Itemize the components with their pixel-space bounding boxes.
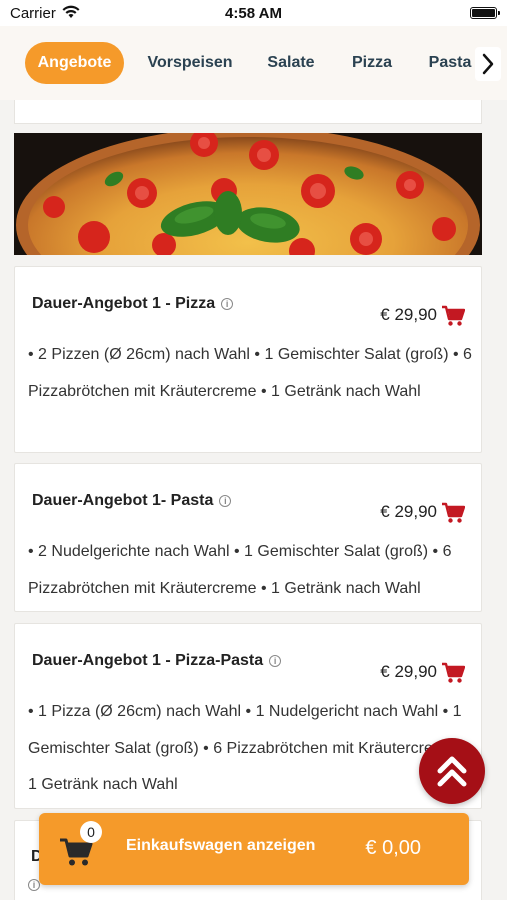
offer-card[interactable]: Dauer-Angebot 1 - Pizza-Pasta i € 29,90 •… bbox=[14, 623, 482, 809]
add-to-cart-icon[interactable] bbox=[441, 502, 465, 524]
info-icon[interactable]: i bbox=[28, 879, 40, 891]
show-cart-button[interactable]: 0 Einkaufswagen anzeigen € 0,00 bbox=[39, 813, 469, 885]
info-icon[interactable]: i bbox=[269, 655, 282, 667]
tab-scroll-right-button[interactable] bbox=[475, 47, 501, 81]
tab-angebote[interactable]: Angebote bbox=[25, 42, 124, 84]
offer-price: € 29,90 bbox=[380, 502, 437, 521]
offer-title: Dauer-Angebot 1- Pasta i bbox=[32, 492, 232, 510]
offer-price: € 29,90 bbox=[380, 662, 437, 681]
info-icon[interactable]: i bbox=[221, 298, 234, 310]
offer-description: • 1 Pizza (Ø 26cm) nach Wahl • 1 Nudelge… bbox=[28, 703, 466, 793]
offer-description: • 2 Pizzen (Ø 26cm) nach Wahl • 1 Gemisc… bbox=[28, 346, 472, 400]
offer-card[interactable]: Dauer-Angebot 1 - Pizza i € 29,90 • 2 Piz… bbox=[14, 266, 482, 453]
double-chevron-up-icon bbox=[437, 756, 467, 787]
tab-vorspeisen[interactable]: Vorspeisen bbox=[142, 42, 238, 84]
offer-title: Dauer-Angebot 1 - Pizza i bbox=[32, 295, 234, 313]
add-to-cart-icon[interactable] bbox=[441, 305, 465, 327]
offer-description: • 2 Nudelgerichte nach Wahl • 1 Gemischt… bbox=[28, 543, 452, 597]
cart-count-badge: 0 bbox=[80, 821, 102, 843]
offer-card[interactable]: Dauer-Angebot 1- Pasta i € 29,90 • 2 Nude… bbox=[14, 463, 482, 612]
cart-button-label: Einkaufswagen anzeigen bbox=[126, 837, 316, 854]
tab-pasta[interactable]: Pasta bbox=[420, 42, 480, 84]
previous-card-edge bbox=[14, 100, 482, 124]
status-bar: Carrier 4:58 AM bbox=[0, 0, 507, 26]
offer-price: € 29,90 bbox=[380, 305, 437, 324]
chevron-right-icon bbox=[482, 53, 494, 75]
status-time: 4:58 AM bbox=[225, 5, 282, 22]
add-to-cart-icon[interactable] bbox=[441, 662, 465, 684]
info-icon[interactable]: i bbox=[219, 495, 232, 507]
pizza-banner-image bbox=[14, 133, 482, 255]
offer-title: Dauer-Angebot 1 - Pizza-Pasta i bbox=[32, 652, 282, 670]
scroll-to-top-button[interactable] bbox=[419, 738, 485, 804]
tab-pizza[interactable]: Pizza bbox=[345, 42, 399, 84]
battery-icon bbox=[470, 7, 500, 19]
category-tab-bar: Angebote Vorspeisen Salate Pizza Pasta bbox=[0, 26, 507, 100]
tab-salate[interactable]: Salate bbox=[260, 42, 322, 84]
cart-total: € 0,00 bbox=[365, 837, 421, 859]
